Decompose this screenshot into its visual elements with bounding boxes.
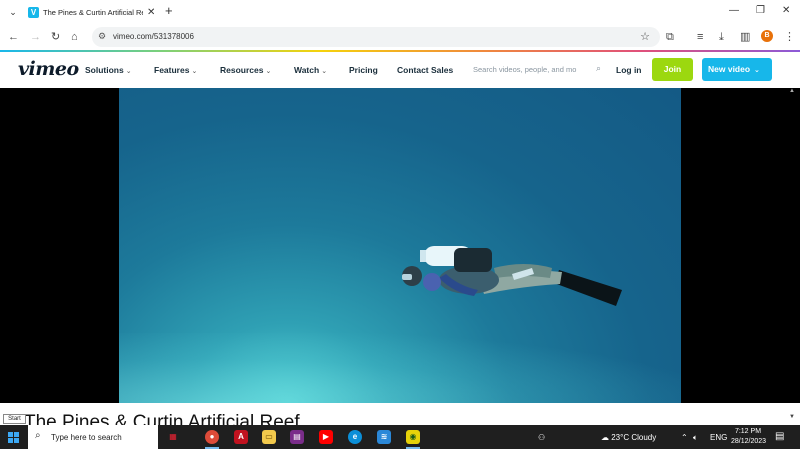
new-tab-icon[interactable]: + [165,4,173,18]
search-input[interactable]: Search videos, people, and mo ⌕ [470,62,603,78]
close-tab-icon[interactable]: ✕ [147,7,155,18]
address-bar[interactable]: ⚙ vimeo.com/531378006 ☆ [92,27,660,47]
forward-arrow-icon[interactable]: → [30,30,41,44]
chevron-down-icon: ⌄ [191,68,198,75]
minimize-icon[interactable]: — [729,4,739,18]
site-info-icon[interactable]: ⚙ [98,31,106,42]
system-clock[interactable]: 7:12 PM 28/12/2023 [731,427,767,447]
archive-app-icon[interactable]: ▤ [290,430,304,444]
clock-date: 28/12/2023 [731,438,767,445]
browser-tab-strip: ⌄ V The Pines & Curtin Artificial Re ✕ +… [0,0,800,24]
nav-label: Watch [294,65,320,75]
search-placeholder: Search videos, people, and mo [473,65,577,74]
tray-chevron-up-icon[interactable]: ⌃ [681,432,688,443]
nav-resources[interactable]: Resources ⌄ [220,65,271,77]
cloud-icon: ☁ [601,433,609,442]
youtube-icon[interactable]: ▶ [319,430,333,444]
edge-icon[interactable]: e [348,430,362,444]
reading-list-icon[interactable]: ≡ [697,30,703,44]
join-button[interactable]: Join [652,58,693,81]
clock-time: 7:12 PM [734,428,762,435]
search-icon[interactable]: ⌕ [596,63,601,74]
search-icon: ⌕ [35,430,41,441]
nav-label: Pricing [349,65,378,75]
vimeo-favicon-icon: V [28,7,39,18]
browser-toolbar: ← → ↻ ⌂ ⚙ vimeo.com/531378006 ☆ ⧉ ≡ ⤓ ▥ … [0,24,800,50]
chevron-down-icon: ⌄ [265,68,272,75]
browser-tab[interactable]: V The Pines & Curtin Artificial Re ✕ [24,3,159,22]
calendar-sticker-icon[interactable]: ▦ [166,430,180,444]
profile-avatar[interactable]: B [761,30,773,42]
scroll-up-arrow-icon[interactable]: ▲ [789,88,795,94]
new-video-button[interactable]: New video ⌄ [702,58,772,81]
screen: ⌄ V The Pines & Curtin Artificial Re ✕ +… [0,0,800,449]
download-icon[interactable]: ⤓ [719,30,724,44]
new-video-label: New video [708,64,751,74]
nav-contact-sales[interactable]: Contact Sales [397,65,453,76]
nav-label: Features [154,65,190,75]
home-icon[interactable]: ⌂ [71,30,78,44]
video-player[interactable] [119,88,681,403]
taskbar-search-input[interactable]: ⌕ Type here to search [28,425,158,449]
nav-solutions[interactable]: Solutions ⌄ [85,65,132,77]
scroll-down-arrow-icon[interactable]: ▼ [789,414,795,420]
volume-icon[interactable]: 🔈︎ [693,432,698,443]
tab-search-icon[interactable]: ⌄ [7,5,19,19]
back-arrow-icon[interactable]: ← [8,30,19,44]
nav-pricing[interactable]: Pricing [349,65,378,76]
restore-icon[interactable]: ❐ [756,4,765,18]
weather-text: 23°C Cloudy [611,433,657,442]
extensions-icon[interactable]: ⧉ [666,30,674,44]
nav-label: Solutions [85,65,124,75]
tab-title: The Pines & Curtin Artificial Re [43,8,143,17]
weather-widget[interactable]: ☁ 23°C Cloudy [601,432,656,443]
start-tooltip: Start [3,414,26,424]
side-panel-icon[interactable]: ▥ [740,30,750,44]
notification-icon[interactable]: ▤ [775,431,784,442]
store-app-icon[interactable]: ≋ [377,430,391,444]
taskbar-search-placeholder: Type here to search [51,433,122,442]
acrobat-icon[interactable]: A [234,430,248,444]
reload-icon[interactable]: ↻ [51,30,60,44]
nav-watch[interactable]: Watch ⌄ [294,65,327,77]
chevron-down-icon: ⌄ [321,68,328,75]
browser-menu-icon[interactable]: ⋮ [784,30,795,44]
windows-taskbar: ⌕ Type here to search ▦ ● A ▭ ▤ ▶ e ≋ ◉ … [0,425,800,449]
nav-label: Contact Sales [397,65,454,75]
vimeo-header: vimeo Solutions ⌄ Features ⌄ Resources ⌄ Wa… [0,52,800,88]
bookmark-star-icon[interactable]: ☆ [640,30,650,43]
chevron-down-icon: ⌄ [754,67,760,74]
close-window-icon[interactable]: ✕ [782,4,790,18]
language-indicator[interactable]: ENG [710,432,727,443]
windows-start-icon[interactable] [8,432,19,443]
file-explorer-icon[interactable]: ▭ [262,430,276,444]
vimeo-logo[interactable]: vimeo [18,57,79,81]
pinned-app-icon[interactable]: ◉ [406,430,420,444]
login-link[interactable]: Log in [616,64,642,76]
chevron-down-icon: ⌄ [125,68,132,75]
nav-label: Resources [220,65,264,75]
scuba-diver-image [402,246,622,306]
url-text[interactable]: vimeo.com/531378006 [113,31,194,43]
sandy-seabed [119,333,681,403]
nav-features[interactable]: Features ⌄ [154,65,197,77]
people-icon[interactable]: ⚇ [538,432,545,443]
chrome-icon[interactable]: ● [205,430,219,444]
